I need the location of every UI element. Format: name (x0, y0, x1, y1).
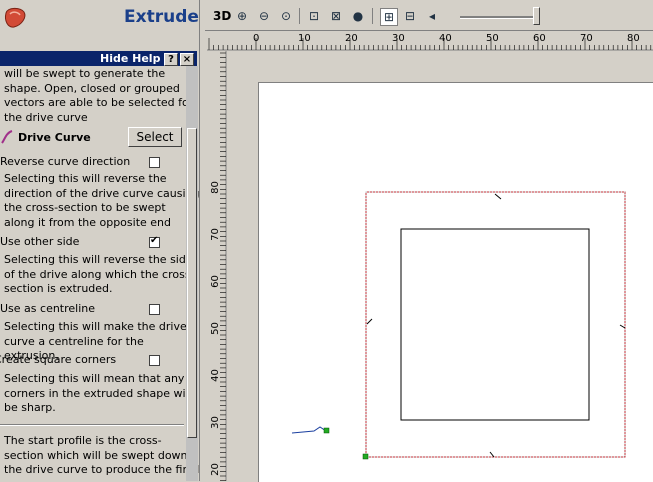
select-drive-curve-button[interactable]: Select (128, 127, 182, 147)
use-other-side-help: Selecting this will reverse the side of … (4, 253, 195, 297)
use-as-centreline-label: Use as centreline (0, 302, 96, 315)
origin-handle[interactable] (362, 453, 369, 460)
help-line: Selecting this will make the drive (4, 320, 187, 333)
back-icon[interactable]: ◂ (424, 8, 440, 24)
reverse-curve-checkbox[interactable] (149, 157, 160, 168)
ruler-label: 70 (209, 228, 221, 241)
help-intro-line: vectors are able to be selected for (4, 96, 194, 109)
use-as-centreline-checkbox[interactable] (149, 304, 160, 315)
ruler-label: 80 (209, 181, 221, 194)
panel-title: Extrude (124, 7, 199, 27)
selection-bounds (365, 191, 626, 458)
create-square-corners-checkbox[interactable] (149, 355, 160, 366)
create-square-corners-help: Selecting this will mean that any corner… (4, 372, 192, 416)
ruler-label: 50 (486, 33, 499, 44)
help-button[interactable]: ? (164, 53, 178, 66)
view-mode-2-icon[interactable]: ⊟ (402, 8, 418, 24)
help-line: direction of the drive curve causing (4, 186, 200, 200)
zoom-slider-thumb[interactable] (533, 7, 540, 25)
help-line: Selecting this will mean that any (4, 372, 185, 385)
create-square-corners-label: Create square corners (0, 353, 117, 366)
help-line: section is extruded. (4, 282, 113, 295)
use-other-side-checkbox[interactable]: ✔ (149, 235, 160, 248)
zoom-selection-icon[interactable]: ⊡ (306, 8, 322, 24)
direction-mark (619, 324, 626, 329)
help-line: the drive curve to produce the final (4, 463, 200, 476)
drive-curve-icon (1, 130, 13, 144)
profile-handle[interactable] (323, 427, 330, 434)
ruler-label: 80 (627, 33, 640, 44)
help-scrollbar-thumb[interactable] (187, 128, 197, 438)
checkmark-icon: ✔ (150, 235, 159, 246)
toolbar-divider (372, 8, 373, 24)
ruler-label: 40 (209, 369, 221, 382)
start-profile-help: The start profile is the cross- section … (4, 434, 199, 478)
close-help-button[interactable]: × (180, 53, 194, 66)
ruler-label: 20 (209, 463, 221, 476)
direction-mark (366, 318, 373, 325)
zoom-in-icon[interactable]: ⊕ (234, 8, 250, 24)
ruler-label: 60 (209, 275, 221, 288)
extrude-panel: Extrude Hide Help ? × will be swept to g… (0, 0, 200, 481)
help-line: the cross-section to be swept (4, 201, 166, 214)
zoom-slider-track[interactable] (460, 16, 538, 19)
ruler-label: 70 (580, 33, 593, 44)
3d-view-button[interactable]: 3D (213, 9, 231, 23)
view-mode-1-icon[interactable]: ⊞ (380, 8, 398, 26)
ruler-label: 30 (392, 33, 405, 44)
start-profile-curve[interactable] (291, 426, 327, 434)
reverse-curve-label: Reverse curve direction (0, 155, 131, 168)
ruler-label: 10 (298, 33, 311, 44)
section-divider (0, 424, 184, 426)
use-other-side-label: Use other side (0, 235, 80, 248)
direction-mark (489, 451, 495, 458)
zoom-previous-icon[interactable]: ● (350, 8, 366, 24)
help-line: of the drive along which the cross- (4, 267, 195, 281)
direction-mark (494, 193, 502, 200)
ruler-label: 40 (439, 33, 452, 44)
help-line: corners in the extruded shape will (4, 386, 192, 400)
reverse-curve-help: Selecting this will reverse the directio… (4, 172, 200, 230)
drive-curve-label: Drive Curve (18, 131, 91, 144)
ruler-label: 20 (345, 33, 358, 44)
help-intro: will be swept to generate the shape. Ope… (4, 67, 193, 125)
ruler-label: 60 (533, 33, 546, 44)
help-line: Selecting this will reverse the (4, 172, 167, 185)
drawing-layer[interactable] (228, 53, 653, 481)
help-line: be sharp. (4, 401, 56, 414)
help-line: along it from the opposite end (4, 215, 171, 229)
ruler-label: 50 (209, 322, 221, 335)
ruler-label: 30 (209, 416, 221, 429)
help-line: section which will be swept down (4, 448, 188, 462)
help-intro-line: will be swept to generate the (4, 67, 166, 80)
app-logo-icon (5, 7, 26, 28)
ruler-label: 0 (253, 33, 260, 44)
extruded-outline[interactable] (365, 191, 626, 458)
help-line: The start profile is the cross- (4, 434, 162, 447)
zoom-out-icon[interactable]: ⊖ (256, 8, 272, 24)
toolbar-divider (299, 8, 300, 24)
zoom-fit-icon[interactable]: ⊙ (278, 8, 294, 24)
hide-help-link[interactable]: Hide Help (100, 52, 160, 65)
help-intro-line: the drive curve (4, 110, 88, 124)
zoom-page-icon[interactable]: ⊠ (328, 8, 344, 24)
help-intro-line: shape. Open, closed or grouped (4, 81, 180, 95)
help-line: Selecting this will reverse the side (4, 253, 193, 266)
drive-curve-square[interactable] (400, 228, 590, 421)
